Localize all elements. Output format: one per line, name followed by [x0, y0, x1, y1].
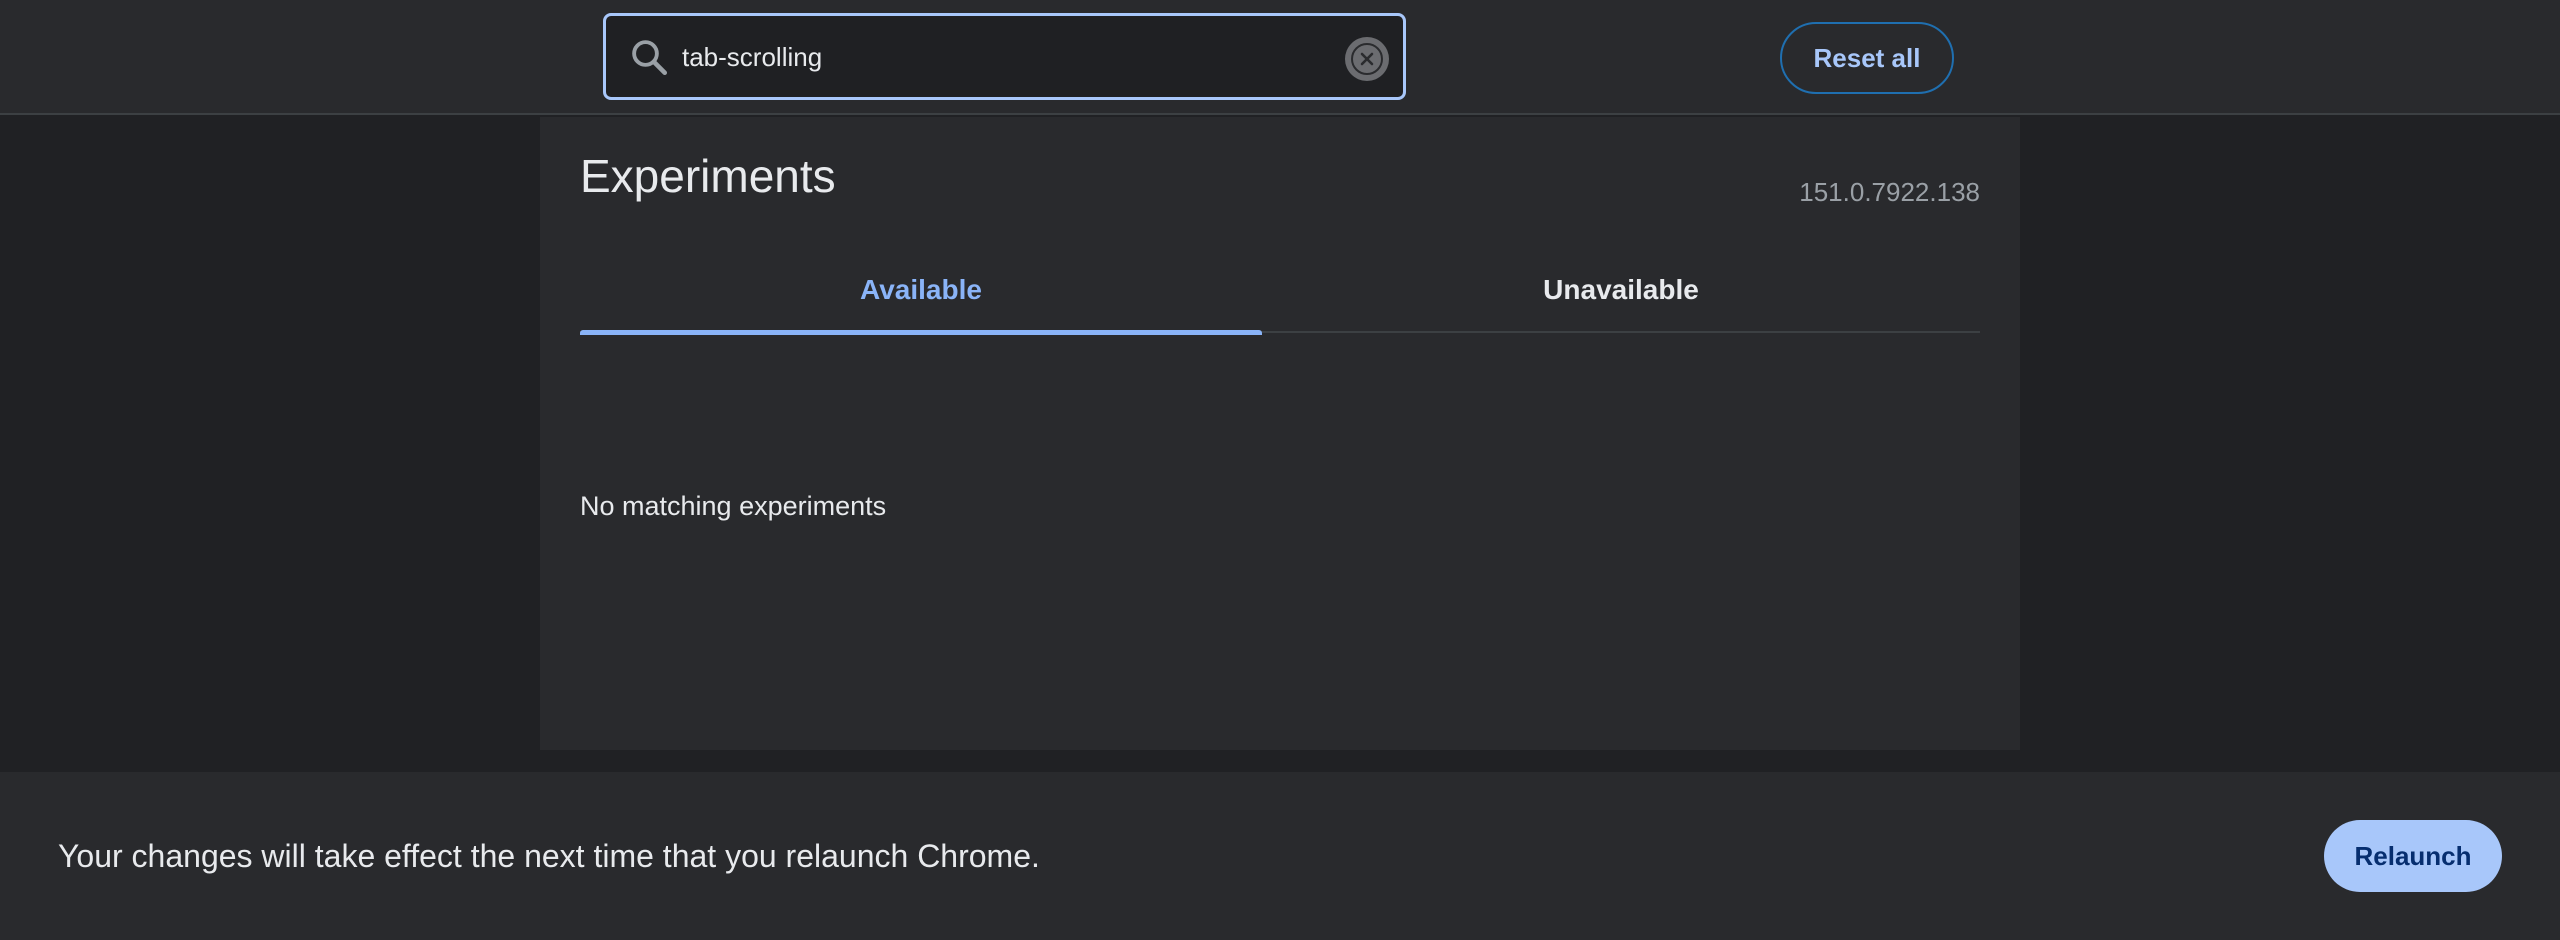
clear-icon [1351, 43, 1383, 75]
search-icon [632, 40, 668, 76]
reset-all-button[interactable]: Reset all [1780, 22, 1954, 94]
empty-results-message: No matching experiments [580, 491, 887, 521]
clear-search-button[interactable] [1345, 37, 1389, 81]
search-box[interactable] [603, 13, 1406, 100]
relaunch-message: Your changes will take effect the next t… [58, 838, 1040, 874]
relaunch-button[interactable]: Relaunch [2324, 820, 2502, 892]
header-bar: Reset all [0, 0, 2560, 115]
search-input[interactable] [682, 28, 1302, 86]
relaunch-footer: Your changes will take effect the next t… [0, 772, 2560, 940]
tab-unavailable[interactable]: Unavailable [1280, 247, 1962, 333]
version-label: 151.0.7922.138 [1799, 177, 1980, 207]
page-title: Experiments [580, 150, 836, 202]
tab-available[interactable]: Available [580, 247, 1262, 335]
tab-bar: Available Unavailable [580, 247, 1980, 335]
experiments-panel: Experiments 151.0.7922.138 Available Una… [540, 117, 2020, 750]
